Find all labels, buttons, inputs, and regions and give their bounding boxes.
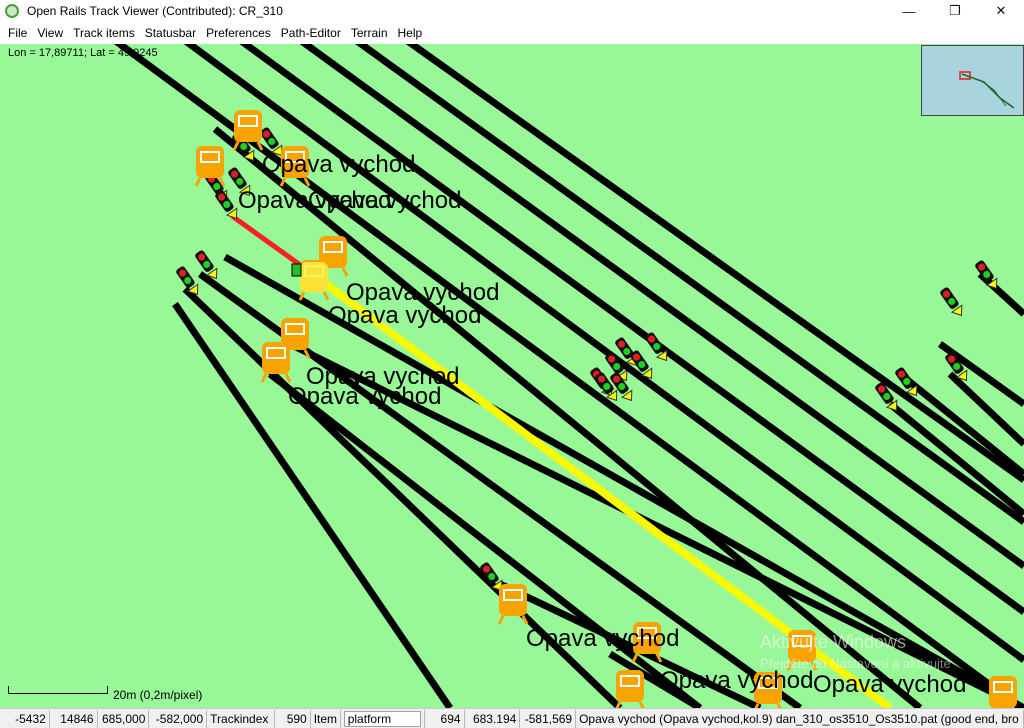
- station-label: Opava vychod: [262, 151, 415, 178]
- track-map-canvas[interactable]: Opava vychod Opava vychod Opava vychod Opav…: [0, 44, 1024, 708]
- app-icon: [5, 4, 19, 18]
- coord-x: 685,000: [98, 709, 150, 728]
- tile-z: 14846: [50, 709, 98, 728]
- menu-preferences[interactable]: Preferences: [201, 26, 276, 40]
- close-button[interactable]: ✕: [978, 0, 1024, 22]
- menu-help[interactable]: Help: [393, 26, 428, 40]
- station-label: Opava vychod: [813, 671, 966, 698]
- trackindex-value: 590: [275, 709, 311, 728]
- activation-watermark-sub: Přejděte do Nastavení a aktivujte: [760, 656, 951, 671]
- coord-z: -582,000: [149, 709, 208, 728]
- menu-bar: File View Track items Statusbar Preferen…: [0, 23, 1024, 43]
- menu-file[interactable]: File: [3, 26, 32, 40]
- window-controls: — ❐ ✕: [886, 0, 1024, 22]
- signal-icon[interactable]: [938, 286, 966, 319]
- signal-icon[interactable]: [643, 331, 671, 364]
- menu-path-editor[interactable]: Path-Editor: [276, 26, 346, 40]
- item-x: 683.194: [465, 709, 521, 728]
- lon-lat-readout: Lon = 17,89711; Lat = 49,9245: [8, 47, 158, 59]
- item-value: platform: [341, 709, 425, 728]
- maximize-button[interactable]: ❐: [932, 0, 978, 22]
- selected-platform-highlight: [300, 262, 328, 292]
- item-z: -581,569: [520, 709, 577, 728]
- station-label: Opava vychod: [526, 625, 679, 652]
- menu-statusbar[interactable]: Statusbar: [140, 26, 201, 40]
- platform-icon[interactable]: [615, 670, 645, 708]
- path-start-flag-icon: [291, 263, 302, 277]
- platform-icon[interactable]: [989, 676, 1017, 708]
- station-label: Opava vychod: [660, 667, 813, 694]
- title-bar: Open Rails Track Viewer (Contributed): C…: [0, 0, 1024, 22]
- platform-icon[interactable]: [497, 584, 529, 625]
- menu-track-items[interactable]: Track items: [68, 26, 140, 40]
- trackindex-label: Trackindex: [207, 709, 275, 728]
- item-type-field[interactable]: platform: [343, 710, 421, 727]
- item-label: Item: [311, 709, 341, 728]
- scale-bar: [8, 686, 108, 694]
- menu-terrain[interactable]: Terrain: [346, 26, 393, 40]
- item-index: 694: [425, 709, 465, 728]
- overview-minimap[interactable]: [921, 45, 1024, 116]
- track-map[interactable]: Opava vychodOpava vychodOpava vychodOpav…: [0, 44, 1024, 708]
- window-title: Open Rails Track Viewer (Contributed): C…: [27, 4, 283, 18]
- station-label: Opava vychod: [288, 383, 441, 410]
- station-label: Opava vychod: [328, 302, 481, 329]
- menu-view[interactable]: View: [32, 26, 68, 40]
- activation-watermark: Aktivujte Windows: [760, 632, 907, 652]
- path-info: Opava vychod (Opava vychod,kol.9) dan_31…: [576, 709, 1024, 728]
- tile-x: -5432: [0, 709, 50, 728]
- minimize-button[interactable]: —: [886, 0, 932, 22]
- station-label: Opava vychod: [308, 187, 461, 214]
- status-bar: -5432 14846 685,000 -582,000 Trackindex …: [0, 708, 1024, 728]
- scale-label: 20m (0,2m/pixel): [113, 688, 203, 702]
